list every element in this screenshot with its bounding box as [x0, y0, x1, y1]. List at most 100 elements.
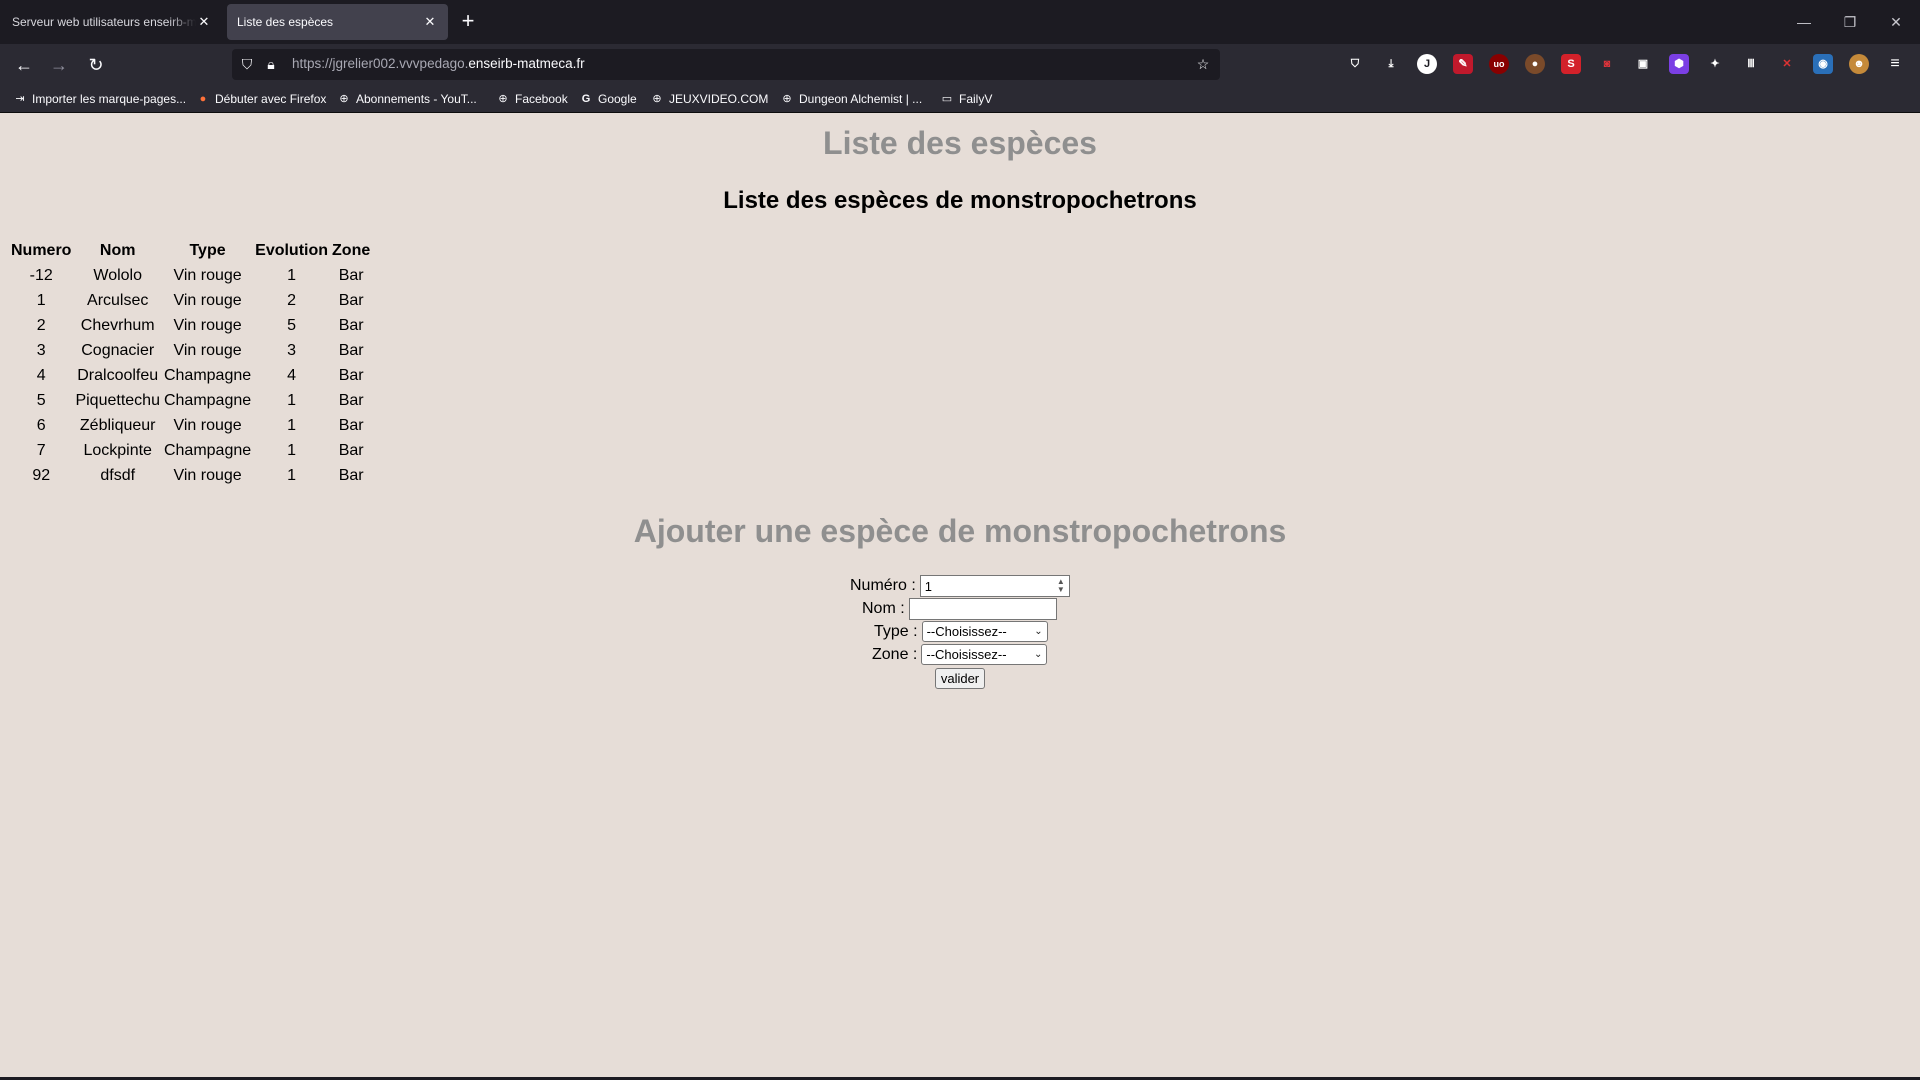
- navigation-toolbar: ← → ↻ ⛉ 🔒︎ https://jgrelier002.vvvpedago…: [0, 44, 1920, 85]
- valider-button[interactable]: valider: [935, 668, 985, 689]
- cell-type: Vin rouge: [173, 341, 242, 359]
- species-table: Numero Nom Type Evolution Zone -12 Wololo…: [9, 238, 372, 488]
- lock-icon[interactable]: 🔒︎: [262, 55, 280, 73]
- type-selected: --Choisissez--: [926, 624, 1007, 639]
- extension-pen-icon[interactable]: ✎: [1453, 54, 1473, 74]
- folder-icon: ▭: [941, 93, 953, 105]
- translate-icon[interactable]: Ⅲ: [1741, 54, 1761, 74]
- account-avatar-icon[interactable]: ☻: [1849, 54, 1869, 74]
- bookmarks-toolbar: ⇥ Importer les marque-pages... ● Débuter…: [0, 85, 1920, 113]
- minimize-icon[interactable]: —: [1794, 12, 1814, 32]
- zone-row: Zone : --Choisissez-- ⌄: [872, 644, 1048, 665]
- url-text[interactable]: https://jgrelier002.vvvpedago.enseirb-ma…: [292, 56, 585, 71]
- bookmark-label: JEUXVIDEO.COM: [669, 92, 769, 106]
- table-row: 7 Lockpinte Champagne 1 Bar: [9, 438, 372, 463]
- window-close-icon[interactable]: ✕: [1886, 12, 1906, 32]
- screenshot-icon[interactable]: ◙: [1597, 54, 1617, 74]
- cell-evolution: 1: [287, 416, 297, 434]
- type-select[interactable]: --Choisissez-- ⌄: [921, 621, 1048, 642]
- cell-numero: 3: [36, 341, 46, 359]
- bookmark-star-icon[interactable]: ☆: [1194, 55, 1212, 73]
- tab-serveur-web[interactable]: Serveur web utilisateurs enseirb-matmeca…: [2, 4, 222, 40]
- shield-icon[interactable]: ⛉: [238, 55, 256, 73]
- cell-zone: Bar: [338, 291, 364, 309]
- cell-type: Vin rouge: [173, 416, 242, 434]
- download-icon[interactable]: ⤓: [1381, 54, 1401, 74]
- cell-zone: Bar: [338, 266, 364, 284]
- cell-zone: Bar: [338, 466, 364, 484]
- zone-select[interactable]: --Choisissez-- ⌄: [921, 644, 1048, 665]
- bookmark-label: Dungeon Alchemist | ...: [799, 92, 923, 106]
- extension-hex-icon[interactable]: ⬢: [1669, 54, 1689, 74]
- numero-row: Numéro : 1 ▲ ▼: [850, 575, 1070, 597]
- forward-icon[interactable]: →: [46, 52, 72, 78]
- cell-evolution: 4: [287, 366, 297, 384]
- tab-title: Liste des espèces: [237, 15, 334, 29]
- bookmark-import[interactable]: ⇥ Importer les marque-pages...: [13, 90, 186, 108]
- tab-title: Serveur web utilisateurs enseirb-matmeca: [12, 15, 196, 29]
- extension-blue-icon[interactable]: ◉: [1813, 54, 1833, 74]
- ublock-icon[interactable]: uo: [1489, 54, 1509, 74]
- add-species-heading: Ajouter une espèce de monstropochetrons: [633, 513, 1287, 549]
- back-icon[interactable]: ←: [11, 52, 37, 78]
- bookmark-label: Facebook: [515, 92, 568, 106]
- url-bar[interactable]: ⛉ 🔒︎ https://jgrelier002.vvvpedago.ensei…: [232, 49, 1220, 80]
- extension-j-icon[interactable]: J: [1417, 54, 1437, 74]
- column-header-evolution: Evolution: [255, 241, 329, 259]
- close-icon[interactable]: ✕: [422, 14, 438, 30]
- extension-cookie-icon[interactable]: ●: [1525, 54, 1545, 74]
- cell-numero: 5: [36, 391, 46, 409]
- extension-crossed-icon[interactable]: ✕: [1777, 54, 1797, 74]
- bookmark-folder-failyv[interactable]: ▭ FailyV: [940, 90, 993, 108]
- cell-type: Vin rouge: [173, 266, 242, 284]
- table-row: 4 Dralcoolfeu Champagne 4 Bar: [9, 363, 372, 388]
- table-row: 5 Piquettechu Champagne 1 Bar: [9, 388, 372, 413]
- bookmark-label: Importer les marque-pages...: [32, 92, 187, 106]
- extension-s-icon[interactable]: S: [1561, 54, 1581, 74]
- cell-numero: 1: [36, 291, 46, 309]
- close-icon[interactable]: ✕: [196, 14, 212, 30]
- restore-icon[interactable]: ❐: [1840, 12, 1860, 32]
- bookmark-google[interactable]: G Google: [579, 90, 637, 108]
- tab-liste-especes[interactable]: Liste des espèces ✕: [227, 4, 448, 40]
- bookmark-facebook[interactable]: ⊕ Facebook: [496, 90, 568, 108]
- spinner-arrows-icon[interactable]: ▲ ▼: [1057, 578, 1065, 594]
- column-header-type: Type: [189, 241, 226, 259]
- cell-nom: Arculsec: [87, 291, 149, 309]
- pocket-icon[interactable]: ⛉: [1345, 54, 1365, 74]
- table-body: -12 Wololo Vin rouge 1 Bar 1 Arculsec Vin rouge…: [9, 263, 372, 488]
- bookmark-label: FailyV: [959, 92, 993, 106]
- bookmark-jeuxvideo[interactable]: ⊕ JEUXVIDEO.COM: [650, 90, 768, 108]
- extension-bird-icon[interactable]: ✦: [1705, 54, 1725, 74]
- cell-type: Champagne: [163, 366, 252, 384]
- cell-type: Champagne: [163, 391, 252, 409]
- cell-evolution: 1: [287, 391, 297, 409]
- type-row: Type : --Choisissez-- ⌄: [874, 621, 1048, 642]
- cell-numero: 92: [32, 466, 51, 484]
- cell-zone: Bar: [338, 341, 364, 359]
- numero-input[interactable]: 1 ▲ ▼: [919, 575, 1070, 597]
- nom-input[interactable]: [908, 598, 1057, 620]
- bookmark-dungeon-alchemist[interactable]: ⊕ Dungeon Alchemist | ...: [780, 90, 922, 108]
- page-title: Liste des espèces: [823, 125, 1097, 161]
- table-row: -12 Wololo Vin rouge 1 Bar: [9, 263, 372, 288]
- cell-numero: 6: [36, 416, 46, 434]
- google-icon: G: [581, 93, 591, 105]
- cell-nom: dfsdf: [100, 466, 136, 484]
- bookmark-debuter-firefox[interactable]: ● Débuter avec Firefox: [196, 90, 327, 108]
- cell-zone: Bar: [338, 416, 364, 434]
- new-tab-icon[interactable]: +: [456, 10, 480, 34]
- bookmark-abonnements-youtube[interactable]: ⊕ Abonnements - YouT...: [337, 90, 476, 108]
- url-prefix: https://jgrelier002.vvvpedago.: [292, 56, 469, 71]
- globe-icon: ⊕: [498, 93, 508, 105]
- menu-icon[interactable]: ≡: [1885, 54, 1905, 74]
- cell-evolution: 2: [287, 291, 297, 309]
- cell-type: Vin rouge: [173, 316, 242, 334]
- column-header-numero: Numero: [11, 241, 72, 259]
- cell-nom: Lockpinte: [83, 441, 152, 459]
- extension-oo-icon[interactable]: ▣: [1633, 54, 1653, 74]
- firefox-icon: ●: [199, 93, 207, 105]
- cell-evolution: 1: [287, 266, 297, 284]
- reload-icon[interactable]: ↻: [83, 52, 109, 78]
- cell-evolution: 3: [287, 341, 297, 359]
